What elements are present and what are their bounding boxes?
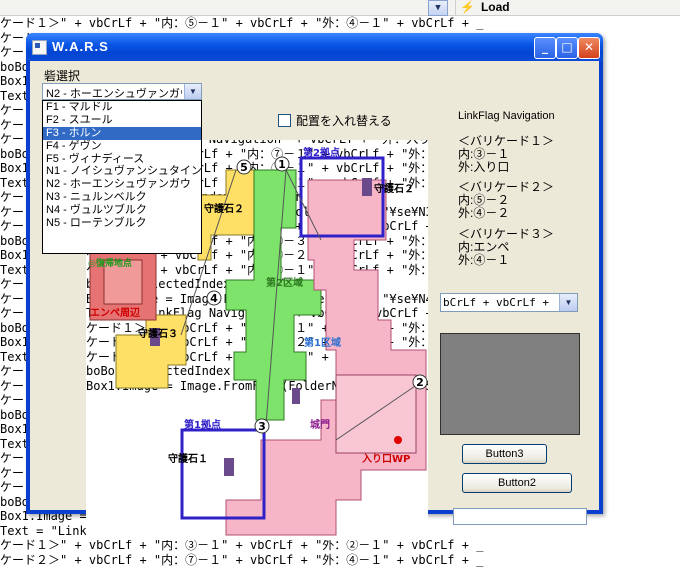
gate-icon: [292, 388, 300, 404]
marker-5: 5: [236, 159, 252, 175]
checkbox-box[interactable]: [278, 114, 291, 127]
dropdown-option[interactable]: F2 - スユール: [43, 114, 201, 127]
guard-stone-icon: [224, 458, 234, 476]
dropdown-option[interactable]: F4 - ゲヴン: [43, 140, 201, 153]
code-line: ケード１＞" + vbCrLf + "内：⑤－１" + vbCrLf + "外：…: [0, 16, 484, 30]
svg-text:2: 2: [416, 376, 424, 389]
window-title: W.A.R.S: [52, 39, 109, 54]
fortress-dropdown-list[interactable]: F1 - マルドル F2 - スユール F3 - ホルン F4 - ゲヴン F5 - ヴ…: [42, 100, 202, 254]
text-input[interactable]: [453, 508, 587, 525]
picture-box: [440, 333, 580, 435]
entrance-marker-icon: [394, 436, 402, 444]
dropdown-option[interactable]: N2 - ホーエンシュヴァンガウ: [43, 178, 201, 191]
minimize-button[interactable]: _: [534, 37, 556, 59]
dropdown-option[interactable]: N4 - ヴュルツブルク: [43, 204, 201, 217]
event-label: Load: [480, 0, 510, 14]
barricade1-text: ＜バリケード１＞ 内:③－１ 外:入り口: [458, 134, 555, 174]
guard2-label: 守護石２: [374, 182, 414, 195]
button2[interactable]: Button2: [462, 473, 572, 493]
castle-gate-label: 城門: [310, 418, 330, 431]
zone1-label: 第1区域: [304, 336, 341, 349]
lightning-icon: ⚡: [460, 0, 475, 14]
guard2b-label: 守護石２: [204, 202, 244, 215]
marker-2: 2: [412, 374, 428, 390]
barricade2-text: ＜バリケード２＞ 内:⑤－２ 外:④－２: [458, 180, 555, 220]
guard1-label: 守護石１: [168, 452, 208, 465]
code-line: ケード１＞" + vbCrLf + "内：③－１" + vbCrLf + "外：…: [0, 538, 484, 552]
pink-inner-room: [335, 374, 417, 454]
ide-toolbar: ▼ ⚡ Load: [0, 0, 680, 16]
guard3-label: 守護石３: [138, 327, 178, 340]
dropdown-option[interactable]: N5 - ローテンブルク: [43, 217, 201, 230]
chevron-down-icon[interactable]: ▼: [184, 84, 201, 99]
empe-area-label: エンペ周辺: [90, 307, 140, 319]
zone2-label: 第2区域: [266, 276, 303, 289]
linkflag-nav-title: LinkFlag Navigation: [458, 110, 555, 122]
svg-text:3: 3: [258, 420, 266, 433]
event-dropdown[interactable]: ⚡ Load: [455, 0, 680, 15]
barricade3-text: ＜バリケード３＞ 内:エンペ 外:④－１: [458, 227, 555, 267]
svg-text:4: 4: [210, 292, 218, 305]
maximize-button[interactable]: □: [556, 37, 578, 59]
entrance-label: 入り口WP: [362, 453, 410, 465]
base1-label: 第1拠点: [184, 418, 221, 431]
window-client-area: 砦選択 N2 - ホーエンシュヴァンガウ ▼ F1 - マルドル F2 - スユー…: [30, 61, 599, 540]
wars-window: W.A.R.S _ □ ✕ 砦選択 N2 - ホーエンシュヴァンガウ ▼ F1 …: [26, 33, 603, 540]
dropdown-option[interactable]: N3 - ニュルンベルク: [43, 191, 201, 204]
close-button[interactable]: ✕: [578, 37, 600, 59]
secondary-combobox-value: bCrLf + vbCrLf +: [443, 296, 549, 309]
svg-text:5: 5: [240, 161, 248, 174]
marker-1: 1: [274, 156, 290, 172]
dropdown-option[interactable]: F5 - ヴィナディース: [43, 153, 201, 166]
button3[interactable]: Button3: [462, 444, 547, 464]
zone-yellow-south: [115, 314, 187, 389]
swap-layout-checkbox[interactable]: 配置を入れ替える: [278, 112, 392, 129]
secondary-combobox[interactable]: bCrLf + vbCrLf + ▼: [440, 293, 578, 312]
swap-layout-label: 配置を入れ替える: [296, 114, 392, 128]
marker-3: 3: [254, 418, 270, 434]
base2-label: 第2拠点: [303, 146, 340, 159]
dropdown-option[interactable]: N1 - ノイシュヴァンシュタイン: [43, 165, 202, 178]
svg-text:1: 1: [278, 158, 286, 171]
dropdown-option[interactable]: F1 - マルドル: [43, 101, 201, 114]
toolbar-dropdown-arrow[interactable]: ▼: [428, 0, 448, 16]
fortress-select-label: 砦選択: [44, 69, 81, 83]
dropdown-option[interactable]: F3 - ホルン: [43, 126, 201, 140]
chevron-down-icon[interactable]: ▼: [559, 294, 577, 311]
app-icon: [32, 40, 47, 55]
fortress-combobox[interactable]: N2 - ホーエンシュヴァンガウ ▼: [42, 83, 202, 100]
guard-stone-icon: [362, 178, 372, 196]
marker-4: 4: [206, 290, 222, 306]
revive-label: ◎復帰地点: [88, 257, 132, 269]
title-bar[interactable]: W.A.R.S _ □ ✕: [26, 33, 603, 61]
code-line: ケード２＞" + vbCrLf + "内：⑦－１" + vbCrLf + "外：…: [0, 552, 484, 567]
fortress-combobox-value: N2 - ホーエンシュヴァンガウ: [46, 88, 182, 100]
